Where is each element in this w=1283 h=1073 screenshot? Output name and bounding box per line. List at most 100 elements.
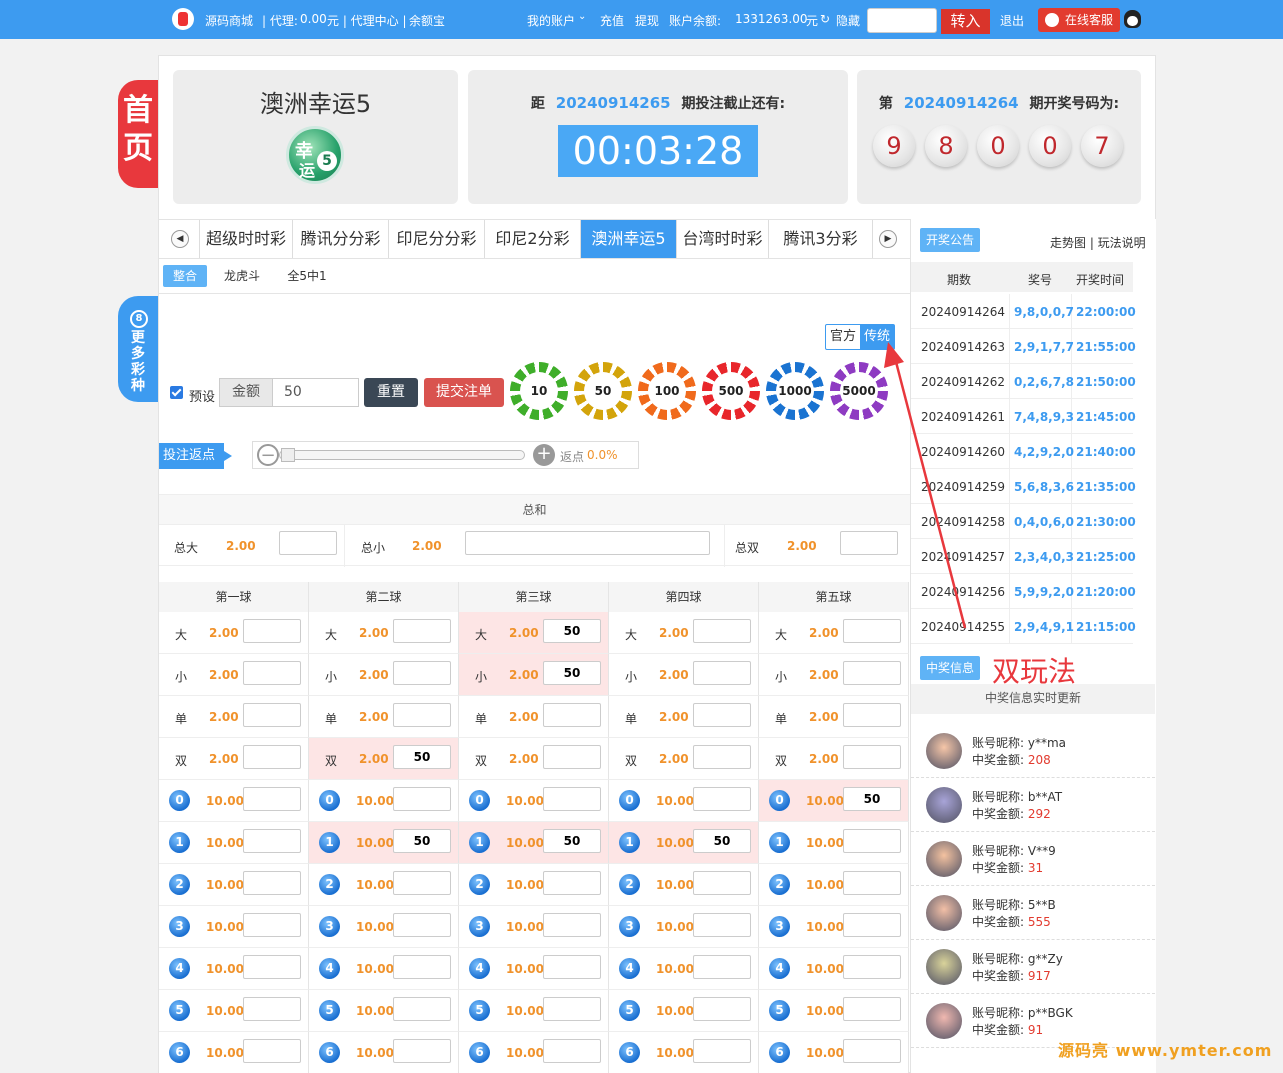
bet-amount-input[interactable] <box>543 871 601 895</box>
bet-cell[interactable]: 5 10.00 <box>759 990 909 1032</box>
hide-balance-link[interactable]: 隐藏 <box>836 12 860 29</box>
rebate-slider-handle[interactable] <box>281 448 295 462</box>
bet-cell[interactable]: 3 10.00 <box>309 906 459 948</box>
bet-cell[interactable]: 5 10.00 <box>459 990 609 1032</box>
home-side-button[interactable]: 首页 <box>118 80 158 188</box>
bet-cell[interactable]: 小 2.00 <box>609 654 759 696</box>
bet-amount-input[interactable] <box>243 997 301 1021</box>
bet-amount-input[interactable]: 50 <box>843 787 901 811</box>
tabs-next-icon[interactable]: ▶ <box>879 230 897 248</box>
bet-amount-input[interactable] <box>843 913 901 937</box>
bet-amount-input[interactable] <box>543 745 601 769</box>
bet-amount-input[interactable] <box>243 829 301 853</box>
bet-amount-input[interactable]: 50 <box>393 745 451 769</box>
bet-amount-input[interactable] <box>543 1039 601 1063</box>
chevron-down-icon[interactable]: ⌄ <box>578 11 586 22</box>
bet-cell[interactable]: 大 2.00 50 <box>459 612 609 654</box>
bet-cell[interactable]: 4 10.00 <box>309 948 459 990</box>
rebate-slider-track[interactable] <box>279 450 525 460</box>
bet-amount-input[interactable] <box>843 1039 901 1063</box>
chip-50[interactable]: 50 <box>574 362 632 420</box>
bet-cell[interactable]: 小 2.00 <box>159 654 309 696</box>
chip-10[interactable]: 10 <box>510 362 568 420</box>
transfer-amount-input[interactable] <box>867 8 937 33</box>
bet-amount-input[interactable] <box>243 745 301 769</box>
bet-cell[interactable]: 6 10.00 <box>759 1032 909 1073</box>
bet-cell[interactable]: 4 10.00 <box>159 948 309 990</box>
bet-cell[interactable]: 小 2.00 50 <box>459 654 609 696</box>
refresh-icon[interactable]: ↻ <box>820 12 830 26</box>
subtab-dragon-tiger[interactable]: 龙虎斗 <box>219 265 265 287</box>
bet-cell[interactable]: 单 2.00 <box>759 696 909 738</box>
bet-cell[interactable]: 0 10.00 50 <box>759 780 909 822</box>
bet-amount-input[interactable] <box>693 661 751 685</box>
bet-cell[interactable]: 2 10.00 <box>759 864 909 906</box>
bet-amount-input[interactable] <box>693 913 751 937</box>
reset-button[interactable]: 重置 <box>364 378 418 407</box>
bet-cell[interactable]: 2 10.00 <box>309 864 459 906</box>
brand-name[interactable]: 源码商城 <box>205 12 253 29</box>
amount-input[interactable]: 50 <box>273 378 359 407</box>
bet-cell[interactable]: 双 2.00 <box>609 738 759 780</box>
bet-amount-input[interactable] <box>693 955 751 979</box>
bet-amount-input[interactable] <box>243 787 301 811</box>
bet-amount-input[interactable] <box>843 871 901 895</box>
chip-1000[interactable]: 1000 <box>766 362 824 420</box>
bet-cell[interactable]: 1 10.00 50 <box>459 822 609 864</box>
bet-cell[interactable]: 6 10.00 <box>609 1032 759 1073</box>
bet-cell[interactable]: 4 10.00 <box>459 948 609 990</box>
bet-cell[interactable]: 双 2.00 50 <box>309 738 459 780</box>
bet-cell[interactable]: 2 10.00 <box>159 864 309 906</box>
bet-cell[interactable]: 5 10.00 <box>309 990 459 1032</box>
bet-amount-input[interactable] <box>843 997 901 1021</box>
bet-amount-input[interactable] <box>543 787 601 811</box>
bet-amount-input[interactable] <box>543 997 601 1021</box>
bet-cell[interactable]: 6 10.00 <box>459 1032 609 1073</box>
bet-cell[interactable]: 双 2.00 <box>759 738 909 780</box>
bet-amount-input[interactable] <box>243 1039 301 1063</box>
bet-cell[interactable]: 1 10.00 <box>159 822 309 864</box>
bet-cell[interactable]: 3 10.00 <box>609 906 759 948</box>
bet-cell[interactable]: 3 10.00 <box>159 906 309 948</box>
bet-cell[interactable]: 1 10.00 <box>759 822 909 864</box>
bet-cell[interactable]: 4 10.00 <box>609 948 759 990</box>
bet-cell[interactable]: 双 2.00 <box>159 738 309 780</box>
bet-cell[interactable]: 单 2.00 <box>459 696 609 738</box>
bet-cell[interactable]: 0 10.00 <box>609 780 759 822</box>
bet-amount-input[interactable] <box>693 787 751 811</box>
subtab-all5[interactable]: 全5中1 <box>283 265 331 287</box>
subtab-integrated[interactable]: 整合 <box>163 265 207 287</box>
bet-cell[interactable]: 0 10.00 <box>459 780 609 822</box>
bet-amount-input[interactable] <box>393 1039 451 1063</box>
bet-amount-input[interactable] <box>243 913 301 937</box>
bet-amount-input[interactable]: 50 <box>543 829 601 853</box>
bet-cell[interactable]: 0 10.00 <box>309 780 459 822</box>
bet-amount-input[interactable] <box>843 829 901 853</box>
chip-100[interactable]: 100 <box>638 362 696 420</box>
bet-cell[interactable]: 5 10.00 <box>159 990 309 1032</box>
bet-amount-input[interactable] <box>243 661 301 685</box>
bet-cell[interactable]: 3 10.00 <box>759 906 909 948</box>
bet-amount-input[interactable] <box>543 955 601 979</box>
bet-amount-input[interactable] <box>843 661 901 685</box>
bet-cell[interactable]: 2 10.00 <box>459 864 609 906</box>
tab-lottery[interactable]: 超级时时彩 <box>199 220 293 258</box>
bet-amount-input[interactable] <box>693 871 751 895</box>
sum-big-input[interactable] <box>279 531 337 555</box>
tab-lottery[interactable]: 腾讯3分彩 <box>769 220 873 258</box>
bet-cell[interactable]: 小 2.00 <box>759 654 909 696</box>
bet-cell[interactable]: 单 2.00 <box>609 696 759 738</box>
sum-small-input[interactable] <box>465 531 710 555</box>
tab-lottery[interactable]: 印尼分分彩 <box>389 220 485 258</box>
bet-cell[interactable]: 6 10.00 <box>309 1032 459 1073</box>
bet-amount-input[interactable] <box>843 703 901 727</box>
bet-amount-input[interactable] <box>393 871 451 895</box>
bet-cell[interactable]: 6 10.00 <box>159 1032 309 1073</box>
bet-cell[interactable]: 小 2.00 <box>309 654 459 696</box>
mode-official-button[interactable]: 官方 <box>826 325 860 349</box>
online-service-button[interactable]: 在线客服 <box>1038 8 1120 32</box>
bet-amount-input[interactable] <box>393 955 451 979</box>
bet-cell[interactable]: 4 10.00 <box>759 948 909 990</box>
tab-lottery[interactable]: 腾讯分分彩 <box>293 220 389 258</box>
preset-checkbox[interactable] <box>170 386 183 399</box>
